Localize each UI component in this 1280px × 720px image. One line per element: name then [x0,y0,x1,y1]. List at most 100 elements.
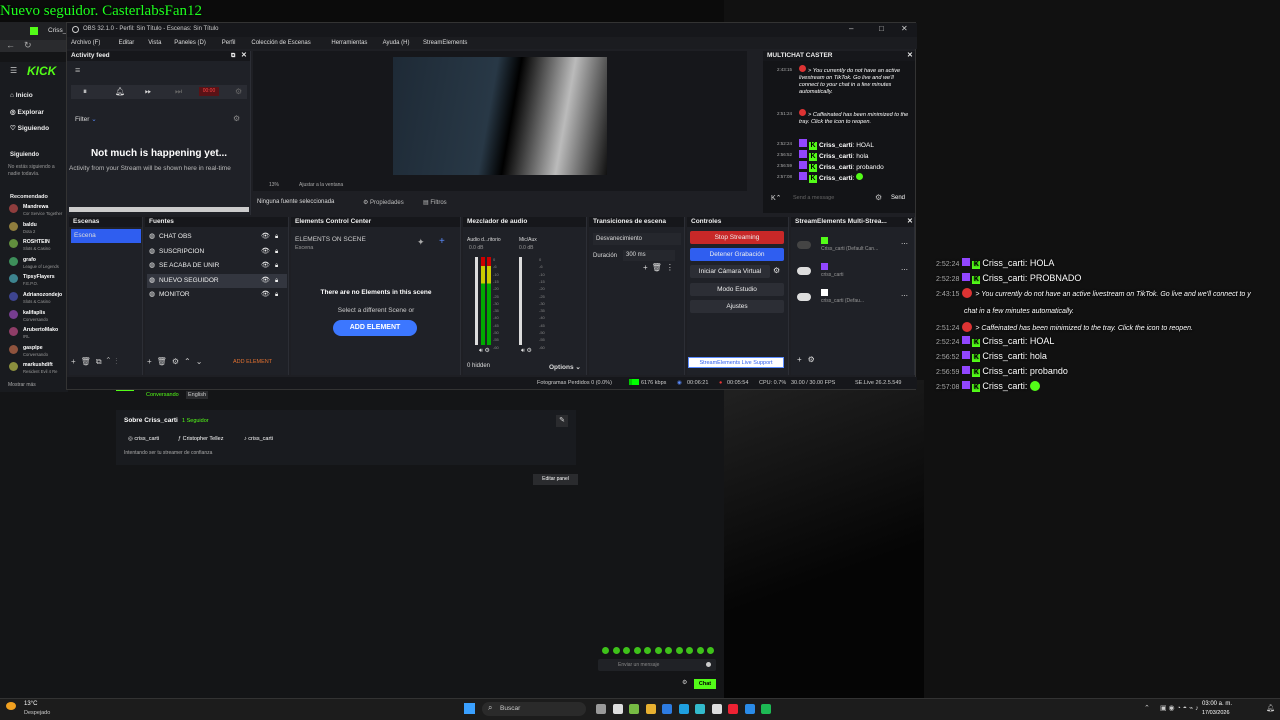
chat-settings-icon[interactable]: ⚙ [682,679,687,686]
rec-avatar[interactable] [9,274,18,284]
multistream-toolbar[interactable]: +⚙ [797,355,821,364]
source-toolbar-buttons[interactable]: +🗑︎⚙⌃⌄ [147,357,207,366]
file-explorer-icon[interactable] [612,704,623,714]
menu-icon[interactable]: ☰ [10,66,17,75]
emote-icon[interactable] [696,647,704,654]
obs-menu-item[interactable]: Vista [148,40,161,46]
rec-name[interactable]: grafo [23,257,36,263]
multistream-toggle[interactable] [797,267,811,275]
rec-avatar[interactable] [9,327,18,337]
scene-toolbar[interactable]: +🗑︎⧉⌃⋮ [71,357,122,367]
rec-avatar[interactable] [9,239,18,249]
terminal-icon[interactable] [711,704,722,714]
bell-icon[interactable]: 🔔︎ [115,87,125,96]
edit-icon[interactable]: ✎ [556,415,568,427]
social-instagram[interactable]: ◎ criss_carti [128,436,159,442]
edit-panel-button[interactable]: Editar panel [533,474,578,485]
taskbar-search[interactable]: ⌕ Buscar [482,702,586,716]
multichat-close-icon[interactable]: ✕ [907,51,913,61]
rec-avatar[interactable] [9,292,18,301]
rec-name[interactable]: Mandrewa [23,204,48,210]
back-icon[interactable]: ← [6,40,15,50]
chat-send-button[interactable]: Chat [694,679,716,689]
pause-icon[interactable]: ⏸ [83,87,87,97]
minimize-icon[interactable]: – [849,24,853,33]
visibility-icon[interactable]: 👁︎ [261,230,270,244]
rec-avatar[interactable] [9,309,18,319]
add-element-button[interactable]: ADD ELEMENT [333,320,417,336]
emote-icon[interactable] [644,647,651,654]
studio-mode-button[interactable]: Modo Estudio [690,283,784,296]
tag-conversando[interactable]: Conversando [146,392,179,398]
obs-menu-item[interactable]: StreamElements [423,40,467,46]
emote-icon[interactable] [602,647,609,654]
rec-name[interactable]: ROSHTEIN [23,239,50,245]
tray-chevron-icon[interactable]: ⌃ [1144,704,1150,712]
stop-recording-button[interactable]: Detener Grabación [690,248,784,261]
fader-2[interactable] [519,257,522,345]
windows-start-icon[interactable] [464,703,475,714]
kick-nav-item-1[interactable]: ◎ Explorar [10,108,44,116]
filters-button[interactable]: ▤ Filtros [423,199,447,206]
emote-icon[interactable] [633,647,641,654]
obs-menu-item[interactable]: Herramientas [331,40,367,46]
duration-input[interactable]: 300 ms [623,250,675,261]
more-icon[interactable]: ⋯ [901,240,908,248]
emote-icon[interactable] [623,647,630,654]
rec-avatar[interactable] [9,221,18,231]
emote-icon[interactable] [665,647,672,654]
tray-icons[interactable]: ▣ ◉ ◔ ◓ ⌁ ♪ [1160,704,1199,712]
widgets-icon[interactable] [596,704,606,714]
visibility-icon[interactable]: 👁︎ [261,259,270,273]
emote-icon[interactable] [707,647,714,654]
obs-menu-item[interactable]: Colección de Escenas [251,40,310,46]
preview-fit[interactable]: Ajustar a la ventana [299,182,343,188]
rec-name[interactable]: markushdift [23,362,53,368]
rec-name[interactable]: Adrianozondejo [23,292,62,298]
transition-select[interactable]: Desvanecimiento [593,233,681,245]
multichat-settings-icon[interactable]: ⚙ [875,193,882,202]
properties-button[interactable]: ⚙ Propiedades [363,199,404,206]
mixer-channel-2[interactable]: Mic/Aux [519,237,537,243]
browser-app-icon[interactable] [744,704,755,714]
transition-buttons[interactable]: +🗑︎⋮ [643,263,678,272]
spotify-icon[interactable] [761,704,771,714]
visibility-icon[interactable]: 👁︎ [261,274,270,288]
undock-icon[interactable]: ⧉ [231,51,235,61]
preview-canvas[interactable] [393,57,607,175]
tag-english[interactable]: English [186,391,209,399]
kick-select-icon[interactable]: K⌃ [771,194,782,202]
edge-icon[interactable] [678,704,689,714]
mute-icon-1[interactable]: 🔊︎ ⚙ [479,347,490,355]
multichat-input[interactable]: Send a message [793,195,834,201]
source-item[interactable]: ◍ SUSCRIPCION 👁︎ 🔒︎ [147,245,287,259]
close-icon[interactable]: ✕ [901,24,908,33]
social-facebook[interactable]: ƒ Cristopher Tellez [178,436,223,442]
preview-zoom[interactable]: 13% [269,182,279,188]
source-item[interactable]: ◍ CHAT OBS 👁︎ 🔒︎ [147,230,287,244]
filter-dropdown[interactable]: Filter ⌄ [75,115,97,123]
kick-logo[interactable]: KICK [27,64,56,78]
folder-icon[interactable] [645,704,656,714]
fader-1[interactable] [475,257,478,345]
kick-nav-item-2[interactable]: ♡ Siguiendo [10,124,49,132]
skip-icon[interactable]: ⏩︎ [145,87,151,97]
obs-menu-item[interactable]: Paneles (D) [174,40,206,46]
more-icon[interactable]: ⋯ [901,266,908,274]
next-icon[interactable]: ⏭︎ [175,87,182,97]
virtual-camera-button[interactable]: Iniciar Cámara Virtual [690,265,770,278]
more-icon[interactable]: ⋯ [901,292,908,300]
multichat-send-button[interactable]: Send [891,195,905,201]
source-item[interactable]: ◍ SE ACABA DE UNIR 👁︎ 🔒︎ [147,259,287,273]
mixer-options[interactable]: Options ⌄ [549,363,581,371]
emoji-icon[interactable] [706,662,711,667]
obs-menu-item[interactable]: Archivo (F) [71,40,100,46]
multistream-toggle[interactable] [797,293,811,301]
emote-icon[interactable] [686,647,693,654]
mute-icon-2[interactable]: 🔊︎ ⚙ [521,347,532,355]
lock-icon[interactable]: 🔒︎ [275,230,278,244]
visibility-icon[interactable]: 👁︎ [261,288,270,302]
multistream-close-icon[interactable]: ✕ [907,217,913,227]
rec-name[interactable]: kalifaplis [23,310,45,316]
kick-nav-item-0[interactable]: ⌂ Inicio [10,92,33,99]
